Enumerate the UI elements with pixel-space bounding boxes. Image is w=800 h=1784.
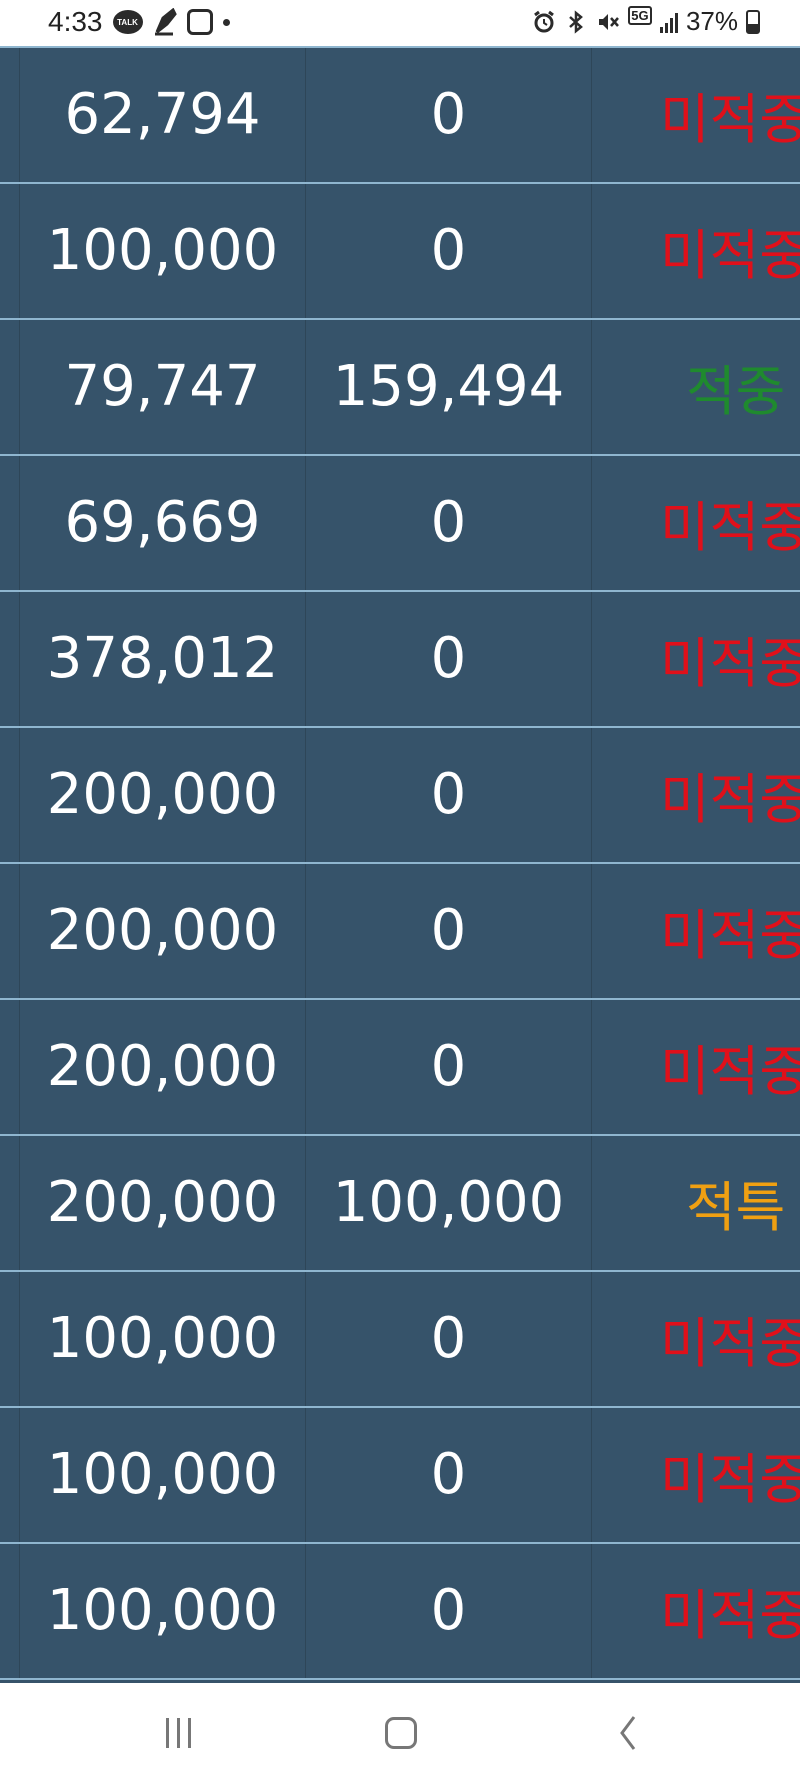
payout-cell: 0	[430, 625, 467, 691]
battery-percent: 37%	[685, 6, 738, 36]
amount-cell: 69,669	[64, 489, 261, 555]
result-cell: 적중	[686, 359, 786, 423]
dot-icon	[222, 18, 230, 26]
amount-cell: 79,747	[64, 353, 261, 419]
amount-cell: 200,000	[46, 1169, 279, 1235]
table-row[interactable]: 79,747 159,494 적중	[0, 320, 800, 456]
amount-cell: 200,000	[46, 761, 279, 827]
table-row[interactable]: 200,000 0 미적중	[0, 1000, 800, 1136]
back-chevron-icon	[620, 1716, 636, 1750]
table-row[interactable]: 200,000 0 미적중	[0, 728, 800, 864]
talk-icon: TALK	[112, 10, 143, 34]
amount-cell: 100,000	[46, 1577, 279, 1643]
payout-cell: 0	[430, 1577, 467, 1643]
result-cell: 미적중	[660, 631, 800, 695]
amount-cell: 62,794	[64, 81, 261, 147]
amount-cell: 100,000	[46, 1441, 279, 1507]
recent-apps-button[interactable]	[158, 1711, 198, 1755]
result-cell: 미적중	[660, 87, 800, 151]
alarm-icon	[532, 10, 556, 34]
payout-cell: 0	[430, 897, 467, 963]
amount-cell: 200,000	[46, 897, 279, 963]
payout-cell: 0	[430, 761, 467, 827]
amount-cell: 100,000	[46, 1305, 279, 1371]
table-row[interactable]: 200,000 100,000 적특	[0, 1136, 800, 1272]
table-row[interactable]: 378,012 0 미적중	[0, 592, 800, 728]
signal-icon	[659, 11, 678, 33]
result-cell: 적특	[686, 1175, 786, 1239]
talk-label: TALK	[112, 10, 143, 34]
status-time: 4:33	[48, 6, 103, 37]
navigation-bar	[0, 1683, 800, 1784]
app-box-icon	[186, 9, 213, 35]
result-cell: 미적중	[660, 495, 800, 559]
result-cell: 미적중	[660, 903, 800, 967]
table-row[interactable]: 69,669 0 미적중	[0, 456, 800, 592]
results-table[interactable]: 62,794 0 미적중 100,000 0 미적중 79,747 159,494 적중 69,6…	[0, 46, 800, 1683]
back-button[interactable]	[608, 1711, 648, 1755]
table-row[interactable]: 100,000 0 미적중	[0, 1544, 800, 1680]
payout-cell: 0	[430, 81, 467, 147]
home-button[interactable]	[381, 1711, 421, 1755]
payout-cell: 0	[430, 217, 467, 283]
pen-icon	[153, 8, 177, 36]
payout-cell: 0	[430, 1441, 467, 1507]
status-right: 5G 37%	[532, 5, 760, 37]
table-row[interactable]: 100,000 0 미적중	[0, 1272, 800, 1408]
home-icon	[385, 1717, 417, 1749]
mute-icon	[596, 10, 620, 34]
result-cell: 미적중	[660, 767, 800, 831]
payout-cell: 159,494	[332, 353, 565, 419]
network-label: 5G	[628, 5, 652, 25]
payout-cell: 0	[430, 1305, 467, 1371]
payout-cell: 0	[430, 1033, 467, 1099]
table-row[interactable]: 100,000 0 미적중	[0, 184, 800, 320]
amount-cell: 100,000	[46, 217, 279, 283]
amount-cell: 200,000	[46, 1033, 279, 1099]
bluetooth-icon	[564, 9, 588, 34]
5g-icon: 5G	[628, 5, 652, 34]
amount-cell: 378,012	[46, 625, 279, 691]
result-cell: 미적중	[660, 1311, 800, 1375]
result-cell: 미적중	[660, 223, 800, 287]
battery-icon	[746, 9, 760, 34]
status-bar: 4:33 TALK 5G 37%	[0, 0, 800, 46]
status-left: 4:33 TALK	[48, 6, 230, 38]
table-row[interactable]: 100,000 0 미적중	[0, 1408, 800, 1544]
result-cell: 미적중	[660, 1447, 800, 1511]
payout-cell: 100,000	[332, 1169, 565, 1235]
result-cell: 미적중	[660, 1039, 800, 1103]
result-cell: 미적중	[660, 1583, 800, 1647]
table-row[interactable]: 62,794 0 미적중	[0, 48, 800, 184]
table-row[interactable]: 200,000 0 미적중	[0, 864, 800, 1000]
payout-cell: 0	[430, 489, 467, 555]
